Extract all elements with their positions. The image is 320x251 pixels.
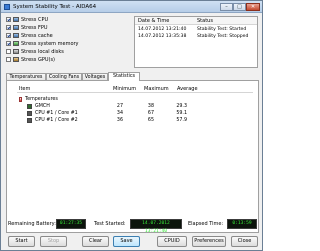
- stress-memory-label: Stress system memory: [21, 40, 79, 47]
- start-button[interactable]: Start: [8, 236, 35, 247]
- cpu-icon: [13, 17, 19, 22]
- stress-disks-option[interactable]: Stress local disks: [6, 48, 64, 55]
- log-row[interactable]: 14.07.2012 13:21:40 Stability Test: Star…: [135, 26, 257, 33]
- stress-fpu-checkbox[interactable]: [6, 25, 11, 30]
- window-title: System Stability Test - AIDA64: [13, 4, 97, 10]
- stress-disks-label: Stress local disks: [21, 48, 64, 55]
- log-header-status[interactable]: Status: [197, 18, 213, 24]
- stress-gpu-option[interactable]: Stress GPU(s): [6, 56, 55, 63]
- clear-button[interactable]: Clear: [82, 236, 109, 247]
- stats-header-item[interactable]: Item: [19, 86, 30, 92]
- stats-min: 27: [116, 103, 123, 109]
- stats-item-name: CPU #1 / Core #1: [35, 110, 78, 116]
- stats-item-name: CPU #1 / Core #2: [35, 117, 78, 123]
- log-header: Date & Time Status: [135, 17, 257, 25]
- log-status: Stability Test: Started: [197, 27, 247, 32]
- disk-icon: [13, 49, 19, 54]
- stats-row[interactable]: GMCH 27 38 29.3: [19, 103, 249, 110]
- stats-row[interactable]: CPU #1 / Core #2 36 65 57.9: [19, 117, 249, 124]
- battery-label: Remaining Battery:: [8, 221, 56, 227]
- cache-icon: [13, 33, 19, 38]
- log-row[interactable]: 14.07.2012 13:35:38 Stability Test: Stop…: [135, 33, 257, 40]
- thermometer-icon: [19, 96, 22, 102]
- stats-header: Item Minimum Maximum Average: [17, 85, 253, 93]
- battery-display: 01:27:35: [56, 219, 86, 229]
- app-icon: [4, 4, 10, 10]
- button-bar: Start Stop Clear Save CPUID Preferences …: [6, 236, 259, 248]
- close-button[interactable]: Close: [231, 236, 258, 247]
- test-started-display: 14.07.2012 13:21:40: [130, 219, 182, 234]
- stats-item-name: GMCH: [35, 103, 50, 109]
- stress-cache-checkbox[interactable]: [6, 33, 11, 38]
- stability-test-window: System Stability Test - AIDA64 – □ ✕ Str…: [0, 0, 263, 251]
- cpuid-button[interactable]: CPUID: [157, 236, 187, 247]
- stress-gpu-checkbox[interactable]: [6, 57, 11, 62]
- stats-max: 38: [147, 103, 154, 109]
- stats-min: 36: [116, 117, 123, 123]
- cpu-core-icon: [27, 117, 32, 123]
- test-started-label: Test Started:: [94, 221, 126, 227]
- stress-cache-label: Stress cache: [21, 32, 53, 39]
- stats-group-row[interactable]: Temperatures: [19, 96, 249, 103]
- log-status: Stability Test: Stopped: [197, 34, 249, 39]
- log-datetime: 14.07.2012 13:35:38: [138, 34, 187, 39]
- close-window-button[interactable]: ✕: [246, 3, 260, 11]
- stress-cache-option[interactable]: Stress cache: [6, 32, 53, 39]
- stats-min: 34: [116, 110, 123, 116]
- fpu-icon: [13, 25, 19, 30]
- elapsed-time-display: 0:13:59: [227, 219, 257, 229]
- stats-max: 67: [147, 110, 154, 116]
- save-button[interactable]: Save: [113, 236, 140, 247]
- minimize-button[interactable]: –: [220, 3, 233, 11]
- log-datetime: 14.07.2012 13:21:40: [138, 27, 187, 32]
- stats-header-maximum[interactable]: Maximum: [144, 86, 169, 92]
- stress-cpu-checkbox[interactable]: [6, 17, 11, 22]
- event-log-table[interactable]: Date & Time Status 14.07.2012 13:21:40 S…: [134, 16, 258, 68]
- stress-fpu-option[interactable]: Stress FPU: [6, 24, 48, 31]
- status-bar: Remaining Battery: 01:27:35 Test Started…: [6, 218, 259, 234]
- motherboard-icon: [27, 103, 32, 109]
- stress-options-panel: Stress CPU Stress FPU Stress cache Stres…: [6, 16, 130, 68]
- stress-gpu-label: Stress GPU(s): [21, 56, 56, 63]
- stress-cpu-label: Stress CPU: [21, 16, 49, 23]
- log-header-datetime[interactable]: Date & Time: [138, 18, 169, 24]
- stats-avg: 59.1: [176, 110, 187, 116]
- gpu-icon: [13, 57, 19, 62]
- stress-fpu-label: Stress FPU: [21, 24, 48, 31]
- title-bar[interactable]: System Stability Test - AIDA64 – □ ✕: [1, 1, 262, 13]
- stats-row[interactable]: CPU #1 / Core #1 34 67 59.1: [19, 110, 249, 117]
- stats-header-average[interactable]: Average: [177, 86, 198, 92]
- stats-header-minimum[interactable]: Minimum: [113, 86, 136, 92]
- preferences-button[interactable]: Preferences: [192, 236, 226, 247]
- stress-memory-checkbox[interactable]: [6, 41, 11, 46]
- stats-avg: 29.3: [176, 103, 187, 109]
- stats-max: 65: [147, 117, 154, 123]
- stress-cpu-option[interactable]: Stress CPU: [6, 16, 48, 23]
- stats-group-label: Temperatures: [25, 96, 58, 102]
- stress-disks-checkbox[interactable]: [6, 49, 11, 54]
- tab-statistics[interactable]: Statistics: [108, 72, 140, 81]
- elapsed-time-label: Elapsed Time:: [188, 221, 224, 227]
- stats-avg: 57.9: [176, 117, 187, 123]
- maximize-button[interactable]: □: [233, 3, 246, 11]
- stress-memory-option[interactable]: Stress system memory: [6, 40, 79, 47]
- statistics-panel: Item Minimum Maximum Average Temperature…: [6, 80, 259, 233]
- cpu-core-icon: [27, 110, 32, 116]
- stop-button[interactable]: Stop: [40, 236, 67, 247]
- memory-icon: [13, 41, 19, 46]
